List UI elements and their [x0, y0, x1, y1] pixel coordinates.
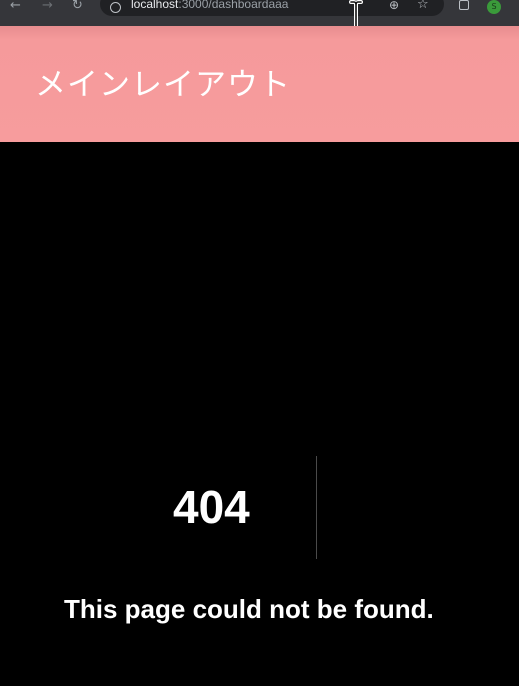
url-text[interactable]: localhost:3000/dashboardaaa [131, 0, 288, 11]
bookmark-star-icon[interactable]: ☆ [417, 0, 429, 12]
error-code: 404 [173, 481, 250, 533]
profile-avatar[interactable]: S [487, 0, 501, 14]
forward-icon[interactable]: → [42, 0, 53, 12]
reload-icon[interactable]: ↻ [72, 0, 83, 12]
site-info-icon[interactable] [110, 2, 121, 13]
back-icon[interactable]: ← [10, 0, 21, 12]
url-path: :3000/dashboardaaa [178, 0, 289, 11]
divider [316, 456, 317, 559]
url-host: localhost [131, 0, 179, 11]
error-message: This page could not be found. [64, 594, 434, 624]
zoom-icon[interactable]: ⊕ [389, 0, 399, 12]
not-found-page: 404 This page could not be found. [0, 142, 519, 686]
side-panel-icon[interactable] [459, 0, 469, 10]
app-title: メインレイアウト [35, 67, 291, 103]
browser-toolbar: ← → ↻ localhost:3000/dashboardaaa ⊕ ☆ S [0, 0, 519, 26]
app-header: メインレイアウト [0, 26, 519, 142]
